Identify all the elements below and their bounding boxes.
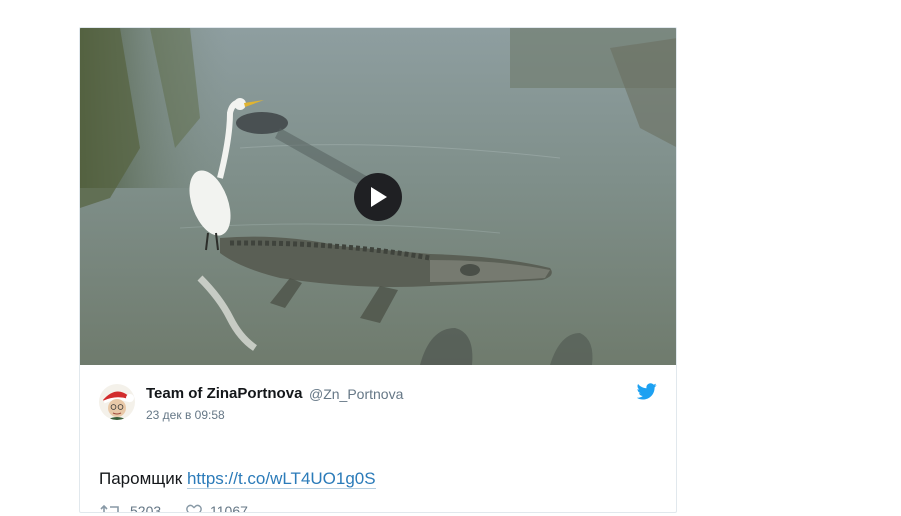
- embedded-tweet-card: Team of ZinaPortnova @Zn_Portnova 23 дек…: [79, 27, 677, 513]
- avatar[interactable]: [99, 384, 135, 420]
- retweet-action[interactable]: 5203: [100, 503, 162, 513]
- play-icon: [371, 187, 387, 207]
- like-count: 11067: [210, 503, 248, 513]
- play-button[interactable]: [354, 173, 402, 221]
- retweet-icon: [100, 503, 122, 512]
- tweet-timestamp[interactable]: 23 дек в 09:58: [146, 408, 225, 422]
- heart-icon: [186, 504, 202, 512]
- retweet-count: 5203: [130, 503, 162, 513]
- avatar-image: [99, 384, 135, 420]
- tweet-body: Team of ZinaPortnova @Zn_Portnova 23 дек…: [80, 365, 676, 513]
- video-thumbnail[interactable]: [80, 28, 676, 365]
- author-name[interactable]: Team of ZinaPortnova: [146, 385, 302, 402]
- tweet-text: Паромщик https://t.co/wLT4UO1g0S: [99, 469, 376, 489]
- twitter-bird-icon[interactable]: [636, 383, 657, 405]
- author-handle[interactable]: @Zn_Portnova: [309, 386, 403, 402]
- tweet-link[interactable]: https://t.co/wLT4UO1g0S: [186, 469, 376, 489]
- like-action[interactable]: 11067: [186, 503, 248, 513]
- tweet-text-content: Паромщик: [99, 469, 183, 488]
